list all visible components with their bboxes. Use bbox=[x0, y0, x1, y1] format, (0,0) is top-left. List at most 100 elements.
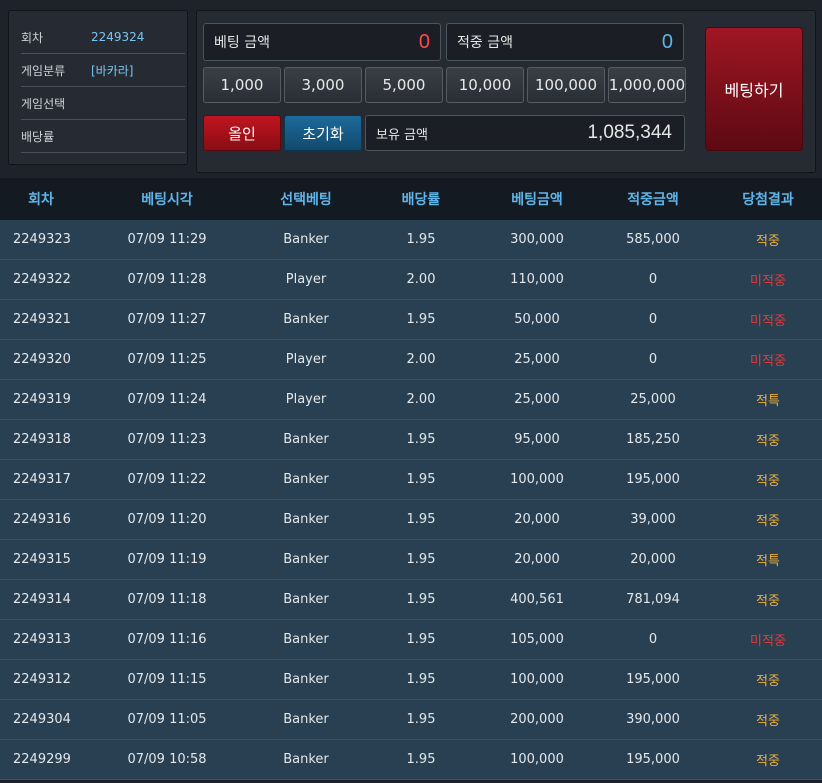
cell-win-amount: 0 bbox=[648, 352, 658, 367]
cell-bet-time: 07/09 11:25 bbox=[127, 352, 207, 367]
select-label: 게임선택 bbox=[21, 96, 66, 111]
cell-round: 2249316 bbox=[13, 512, 71, 527]
header-bet-time: 베팅시각 bbox=[141, 192, 193, 208]
cell-round: 2249322 bbox=[13, 272, 71, 287]
cell-result: 적중 bbox=[756, 674, 780, 689]
cell-round: 2249299 bbox=[13, 752, 71, 767]
cell-bet-amount: 400,561 bbox=[510, 592, 564, 607]
balance-box: 보유 금액 1,085,344 bbox=[365, 115, 685, 151]
cell-bet-time: 07/09 11:16 bbox=[127, 632, 207, 647]
round-value: 2249324 bbox=[91, 30, 145, 44]
cell-selection: Banker bbox=[283, 592, 329, 607]
header-result: 당첨결과 bbox=[742, 192, 794, 208]
cell-result: 적특 bbox=[756, 554, 780, 569]
bet-amount-value: 0 bbox=[418, 30, 430, 53]
cell-selection: Banker bbox=[283, 512, 329, 527]
chip-5000-button[interactable]: 5,000 bbox=[365, 67, 443, 103]
chip-1000000-button[interactable]: 1,000,000 bbox=[608, 67, 686, 103]
table-header: 회차 베팅시각 선택베팅 배당률 베팅금액 적중금액 당첨결과 bbox=[0, 178, 822, 220]
cell-odds: 1.95 bbox=[406, 312, 436, 327]
chip-1000-button[interactable]: 1,000 bbox=[203, 67, 281, 103]
cell-round: 2249317 bbox=[13, 472, 71, 487]
cell-odds: 2.00 bbox=[406, 392, 436, 407]
cell-win-amount: 781,094 bbox=[626, 592, 680, 607]
cell-round: 2249313 bbox=[13, 632, 71, 647]
bet-panel: 베팅 금액 0 적중 금액 0 1,000 3,000 5,000 10,000… bbox=[196, 10, 816, 173]
cell-round: 2249314 bbox=[13, 592, 71, 607]
category-value: [바카라] bbox=[91, 63, 134, 78]
cell-round: 2249318 bbox=[13, 432, 71, 447]
cell-bet-time: 07/09 11:15 bbox=[127, 672, 207, 687]
table-row: 2249299 07/09 10:58 Banker 1.95 100,000 195,0… bbox=[0, 740, 822, 780]
cell-result: 적중 bbox=[756, 474, 780, 489]
header-odds: 배당률 bbox=[401, 192, 441, 208]
chip-3000-button[interactable]: 3,000 bbox=[284, 67, 362, 103]
cell-win-amount: 585,000 bbox=[626, 232, 680, 247]
round-label: 회차 bbox=[21, 30, 44, 45]
cell-win-amount: 185,250 bbox=[626, 432, 680, 447]
table-row: 2249313 07/09 11:16 Banker 1.95 105,000 0 미적중 bbox=[0, 620, 822, 660]
cell-result: 적중 bbox=[756, 434, 780, 449]
place-bet-button[interactable]: 베팅하기 bbox=[705, 27, 803, 151]
cell-round: 2249315 bbox=[13, 552, 71, 567]
cell-odds: 1.95 bbox=[406, 232, 436, 247]
win-amount-value: 0 bbox=[661, 30, 673, 53]
balance-value: 1,085,344 bbox=[587, 122, 672, 143]
table-row: 2249319 07/09 11:24 Player 2.00 25,000 25,000… bbox=[0, 380, 822, 420]
cell-bet-time: 07/09 11:20 bbox=[127, 512, 207, 527]
cell-odds: 1.95 bbox=[406, 552, 436, 567]
cell-result: 적중 bbox=[756, 714, 780, 729]
cell-bet-time: 07/09 11:28 bbox=[127, 272, 207, 287]
cell-selection: Banker bbox=[283, 632, 329, 647]
cell-win-amount: 195,000 bbox=[626, 472, 680, 487]
table-row: 2249314 07/09 11:18 Banker 1.95 400,561 781,0… bbox=[0, 580, 822, 620]
cell-selection: Banker bbox=[283, 472, 329, 487]
top-area: 회차 2249324 게임분류 [바카라] 게임선택 배당률 베팅 금액 0 적… bbox=[0, 0, 822, 178]
cell-selection: Banker bbox=[283, 552, 329, 567]
cell-odds: 1.95 bbox=[406, 592, 436, 607]
cell-bet-time: 07/09 11:24 bbox=[127, 392, 207, 407]
header-round: 회차 bbox=[28, 192, 54, 208]
cell-bet-amount: 105,000 bbox=[510, 632, 564, 647]
win-amount-label: 적중 금액 bbox=[457, 35, 513, 51]
table-row: 2249318 07/09 11:23 Banker 1.95 95,000 185,25… bbox=[0, 420, 822, 460]
cell-round: 2249323 bbox=[13, 232, 71, 247]
cell-result: 적중 bbox=[756, 514, 780, 529]
info-row-odds: 배당률 bbox=[21, 120, 185, 153]
chip-100000-button[interactable]: 100,000 bbox=[527, 67, 605, 103]
cell-win-amount: 0 bbox=[648, 272, 658, 287]
cell-bet-amount: 110,000 bbox=[510, 272, 564, 287]
cell-result: 적특 bbox=[756, 394, 780, 409]
cell-result: 미적중 bbox=[750, 354, 786, 369]
cell-bet-amount: 25,000 bbox=[514, 352, 560, 367]
cell-odds: 1.95 bbox=[406, 752, 436, 767]
cell-bet-amount: 100,000 bbox=[510, 672, 564, 687]
cell-bet-amount: 300,000 bbox=[510, 232, 564, 247]
chip-10000-button[interactable]: 10,000 bbox=[446, 67, 524, 103]
cell-bet-time: 07/09 11:29 bbox=[127, 232, 207, 247]
cell-bet-time: 07/09 11:27 bbox=[127, 312, 207, 327]
table-row: 2249316 07/09 11:20 Banker 1.95 20,000 39,000… bbox=[0, 500, 822, 540]
cell-win-amount: 195,000 bbox=[626, 672, 680, 687]
cell-result: 미적중 bbox=[750, 314, 786, 329]
cell-round: 2249320 bbox=[13, 352, 71, 367]
cell-selection: Player bbox=[285, 272, 327, 287]
table-row: 2249304 07/09 11:05 Banker 1.95 200,000 390,0… bbox=[0, 700, 822, 740]
cell-result: 적중 bbox=[756, 594, 780, 609]
allin-button[interactable]: 올인 bbox=[203, 115, 281, 151]
header-win-amount: 적중금액 bbox=[627, 192, 679, 208]
cell-odds: 1.95 bbox=[406, 512, 436, 527]
cell-selection: Banker bbox=[283, 312, 329, 327]
cell-odds: 2.00 bbox=[406, 352, 436, 367]
table-row: 2249321 07/09 11:27 Banker 1.95 50,000 0 미적중 bbox=[0, 300, 822, 340]
bet-amount-label: 베팅 금액 bbox=[214, 35, 270, 51]
game-info-panel: 회차 2249324 게임분류 [바카라] 게임선택 배당률 bbox=[8, 10, 188, 165]
cell-bet-time: 07/09 11:19 bbox=[127, 552, 207, 567]
cell-bet-amount: 20,000 bbox=[514, 512, 560, 527]
cell-bet-amount: 50,000 bbox=[514, 312, 560, 327]
bet-amount-box: 베팅 금액 0 bbox=[203, 23, 441, 61]
table-row: 2249323 07/09 11:29 Banker 1.95 300,000 585,0… bbox=[0, 220, 822, 260]
table-row: 2249320 07/09 11:25 Player 2.00 25,000 0 미적중 bbox=[0, 340, 822, 380]
reset-button[interactable]: 초기화 bbox=[284, 115, 362, 151]
cell-odds: 1.95 bbox=[406, 632, 436, 647]
